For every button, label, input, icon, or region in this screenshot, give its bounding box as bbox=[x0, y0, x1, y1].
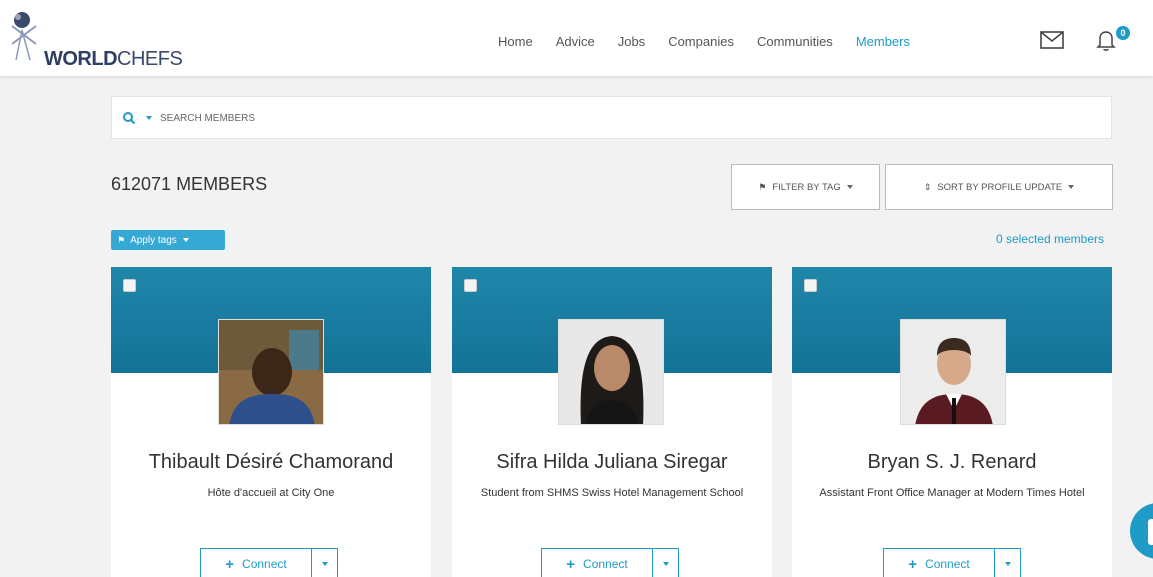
member-photo bbox=[219, 320, 323, 424]
plus-icon: + bbox=[566, 555, 576, 573]
member-card: Bryan S. J. Renard Assistant Front Offic… bbox=[792, 267, 1112, 577]
top-header: WORLDCHEFS Home Advice Jobs Companies Co… bbox=[0, 0, 1153, 76]
members-count: 612071 MEMBERS bbox=[111, 174, 268, 194]
member-role: Student from SHMS Swiss Hotel Management… bbox=[480, 487, 744, 499]
nav-advice[interactable]: Advice bbox=[556, 34, 595, 49]
chat-launcher-button[interactable] bbox=[1130, 503, 1153, 559]
main-nav: Home Advice Jobs Companies Communities M… bbox=[498, 34, 933, 49]
select-member-checkbox[interactable] bbox=[804, 279, 817, 292]
search-input[interactable] bbox=[160, 106, 1060, 130]
notification-badge: 0 bbox=[1116, 26, 1130, 40]
filter-by-tag-button[interactable]: ⚑ FILTER BY TAG bbox=[731, 164, 880, 210]
sort-icon: ⇕ bbox=[923, 181, 932, 192]
sort-by-button[interactable]: ⇕ SORT BY PROFILE UPDATE bbox=[885, 164, 1113, 210]
tag-icon: ⚑ bbox=[117, 234, 126, 245]
chevron-down-icon bbox=[1068, 185, 1075, 189]
nav-companies[interactable]: Companies bbox=[668, 34, 734, 49]
search-scope-caret-icon[interactable] bbox=[146, 116, 152, 120]
connect-options-dropdown[interactable] bbox=[312, 548, 338, 577]
chat-icon bbox=[1148, 519, 1153, 545]
tag-icon: ⚑ bbox=[758, 181, 767, 192]
sort-label: SORT BY PROFILE UPDATE bbox=[937, 181, 1063, 193]
connect-group: + Connect bbox=[883, 548, 1021, 577]
chevron-down-icon bbox=[662, 562, 669, 566]
connect-label: Connect bbox=[583, 557, 628, 571]
connect-button[interactable]: + Connect bbox=[883, 548, 995, 577]
connect-options-dropdown[interactable] bbox=[995, 548, 1021, 577]
member-role: Hôte d'accueil at City One bbox=[207, 487, 335, 499]
connect-button[interactable]: + Connect bbox=[541, 548, 653, 577]
connect-group: + Connect bbox=[200, 548, 338, 577]
selected-members-count: 0 selected members bbox=[995, 232, 1104, 246]
member-card: Thibault Désiré Chamorand Hôte d'accueil… bbox=[111, 267, 431, 577]
avatar[interactable] bbox=[900, 319, 1006, 425]
chef-figure-logo-icon bbox=[11, 12, 37, 61]
chevron-down-icon bbox=[182, 238, 189, 242]
connect-label: Connect bbox=[925, 557, 970, 571]
apply-tags-label: Apply tags bbox=[130, 234, 177, 246]
bell-icon[interactable] bbox=[1094, 28, 1118, 52]
member-card: Sifra Hilda Juliana Siregar Student from… bbox=[452, 267, 772, 577]
nav-jobs[interactable]: Jobs bbox=[618, 34, 645, 49]
envelope-icon[interactable] bbox=[1040, 31, 1064, 49]
nav-communities[interactable]: Communities bbox=[757, 34, 833, 49]
member-photo bbox=[559, 320, 663, 424]
logo-wordmark: WORLDCHEFS bbox=[44, 48, 183, 70]
nav-home[interactable]: Home bbox=[498, 34, 533, 49]
worldchefs-logo[interactable]: WORLDCHEFS bbox=[8, 10, 208, 70]
member-name[interactable]: Thibault Désiré Chamorand bbox=[111, 451, 431, 474]
connect-button[interactable]: + Connect bbox=[200, 548, 312, 577]
plus-icon: + bbox=[225, 555, 235, 573]
filter-label: FILTER BY TAG bbox=[772, 181, 841, 193]
member-search-bar bbox=[111, 96, 1112, 139]
select-member-checkbox[interactable] bbox=[123, 279, 136, 292]
chevron-down-icon bbox=[1004, 562, 1011, 566]
member-name[interactable]: Sifra Hilda Juliana Siregar bbox=[452, 451, 772, 474]
chevron-down-icon bbox=[846, 185, 853, 189]
avatar[interactable] bbox=[558, 319, 664, 425]
apply-tags-button[interactable]: ⚑ Apply tags bbox=[111, 230, 225, 250]
select-member-checkbox[interactable] bbox=[464, 279, 477, 292]
member-name[interactable]: Bryan S. J. Renard bbox=[792, 451, 1112, 474]
connect-label: Connect bbox=[242, 557, 287, 571]
member-photo bbox=[901, 320, 1005, 424]
connect-options-dropdown[interactable] bbox=[653, 548, 679, 577]
search-icon[interactable] bbox=[122, 111, 136, 125]
plus-icon: + bbox=[908, 555, 918, 573]
connect-group: + Connect bbox=[541, 548, 679, 577]
avatar[interactable] bbox=[218, 319, 324, 425]
chevron-down-icon bbox=[321, 562, 328, 566]
member-role: Assistant Front Office Manager at Modern… bbox=[819, 487, 1085, 499]
nav-members[interactable]: Members bbox=[856, 34, 910, 49]
